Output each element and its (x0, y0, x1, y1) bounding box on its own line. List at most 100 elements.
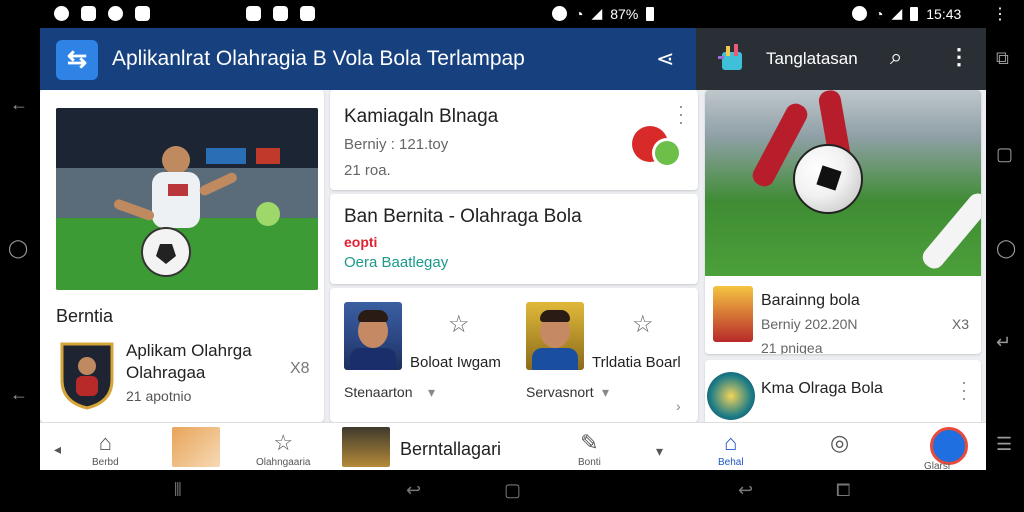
news-card[interactable]: Ban Bernita - Olahraga Bola eopti Oera B… (330, 194, 698, 284)
nav-item-compass-label: Glarsi (924, 461, 951, 470)
person-name: Boloat Iwgam (410, 354, 501, 371)
bottom-navigation: ◂ ⌂ Berbd ☆ Olahngaaria Berntallagari ✎ … (40, 422, 986, 470)
star-outline-icon[interactable]: ☆ (632, 310, 654, 339)
nav-item-home-active[interactable]: ⌂ Behal (718, 430, 744, 469)
share-icon[interactable]: ⋖ (656, 46, 674, 72)
signal-icon: ◢ (891, 5, 903, 21)
card-title: Ban Bernita - Olahraga Bola (344, 206, 582, 227)
star-outline-icon[interactable]: ☆ (448, 310, 470, 339)
nav-item-home[interactable]: ⌂ Berbd (92, 430, 119, 469)
signal-icon: ◢ (591, 5, 603, 21)
wifi-icon: ◔ (875, 5, 884, 22)
back-icon[interactable]: ↩ (406, 480, 421, 501)
app-logo-icon[interactable]: ⇆ (56, 40, 98, 80)
chevron-left-icon[interactable]: ◂ (54, 437, 61, 461)
club-crest-icon (60, 342, 114, 410)
card-title: Kamiagaln Blnaga (344, 106, 499, 127)
chevron-down-icon[interactable]: ▾ (656, 439, 663, 463)
card-meta-2: 21 roa. (344, 162, 391, 179)
more-vert-icon[interactable]: · · · (961, 373, 967, 407)
vibrate-icon (246, 6, 261, 21)
featured-meta: Berniy 202.20N (761, 316, 858, 332)
thumbnail-image[interactable] (172, 427, 220, 467)
featured-nav-label[interactable]: Berntallagari (400, 439, 501, 460)
news-card[interactable]: Kamiagaln Blnaga Berniy : 121.toy 21 roa… (330, 90, 698, 190)
star-outline-icon: ☆ (273, 430, 294, 455)
card-tag: eopti (344, 234, 378, 250)
featured-title: Barainng bola (761, 292, 860, 309)
search-icon[interactable]: ⌕ (890, 44, 902, 70)
app-bar: ⇆ Aplikanlrat Olahragia B Vola Bola Terl… (40, 28, 696, 90)
hero-meta: 21 apotnio (126, 388, 192, 404)
status-more-icon: ⋮ (992, 6, 1008, 23)
messenger-icon (108, 6, 123, 21)
back-arrow-icon[interactable]: ← (10, 94, 28, 115)
menu-icon[interactable]: ☰ (996, 434, 1012, 455)
chevron-down-icon[interactable]: ▾ (428, 384, 435, 401)
featured-count: X3 (951, 316, 969, 332)
featured-card[interactable]: Barainng bola Berniy 202.20N 21 pnigea X… (705, 90, 981, 354)
hero-image (56, 108, 318, 290)
app-title: Aplikanlrat Olahragia B Vola Bola Terlam… (112, 47, 525, 70)
stadium-illustration (56, 108, 318, 290)
battery-percent: 87% (610, 5, 639, 22)
secondary-app-bar: Tanglatasan ⌕ ⋮ (696, 28, 986, 90)
hero-card[interactable]: Berntia Aplikam Olahrga Olahragaa X8 21 … (40, 90, 324, 422)
match-image (705, 90, 981, 276)
people-card: ☆ Boloat Iwgam Stenaarton ▾ ☆ Trldatia B… (330, 288, 698, 422)
home-outline-icon: ⌂ (98, 430, 112, 455)
alarm-icon (552, 6, 567, 21)
nav-item-sports[interactable]: ☆ Olahngaaria (256, 430, 310, 469)
news-card[interactable]: Kma Olraga Bola · · · (705, 360, 981, 430)
featured-meta-2: 21 pnigea (761, 340, 823, 354)
circle-icon[interactable]: ◯ (996, 238, 1016, 259)
more-vert-icon[interactable]: ⋮ (948, 44, 970, 70)
nav-item-search[interactable]: ◎ (830, 431, 849, 457)
card-meta: Berniy : 121.toy (344, 136, 449, 153)
status-bar: ◔ ◢ 87% ◔ ◢ 15:43 ⋮ (0, 0, 1024, 28)
system-nav-bar: ⫴ ↩ ▢ ↩ ⧠ (0, 470, 1024, 512)
chevron-right-icon[interactable]: › (676, 398, 681, 414)
soccer-ball (793, 144, 863, 214)
player-leg (918, 189, 981, 273)
hero-title[interactable]: Aplikam Olahrga Olahragaa (126, 340, 286, 384)
edit-icon: ✎ (580, 430, 599, 455)
chevron-down-icon[interactable]: ▾ (602, 384, 609, 401)
left-rail: ← ◯ ← (0, 28, 40, 470)
person-name: Trldatia Boarl (592, 354, 681, 371)
battery-icon (646, 6, 655, 21)
home-filled-icon: ⌂ (724, 430, 738, 455)
alarm-icon (852, 6, 867, 21)
back-icon[interactable]: ↩ (738, 480, 753, 501)
emoji-icon (135, 6, 150, 21)
more-vert-icon[interactable]: · · · (678, 97, 684, 131)
green-badge-icon (652, 138, 682, 168)
home-circle-icon[interactable]: ◯ (8, 238, 28, 259)
battery-icon (910, 6, 919, 21)
thumbnail-image[interactable] (342, 427, 390, 467)
nav-item-edit[interactable]: ✎ Bonti (578, 430, 601, 469)
return-icon[interactable]: ↵ (996, 332, 1011, 353)
photo-icon (273, 6, 288, 21)
hero-count: X8 (290, 360, 310, 377)
search-circle-icon: ◎ (830, 430, 850, 455)
person-avatar[interactable] (526, 302, 584, 370)
square-icon[interactable]: ▢ (996, 144, 1013, 165)
tab-label[interactable]: Tanglatasan (766, 49, 858, 69)
square-icon[interactable]: ▢ (504, 480, 521, 501)
recents-icon[interactable]: ⫴ (174, 480, 182, 501)
right-rail: ⧉ ▢ ◯ ↵ ☰ (986, 28, 1024, 470)
back-arrow-icon[interactable]: ← (10, 384, 28, 405)
notification-icon (54, 6, 69, 21)
player-avatar (713, 286, 753, 342)
app-icon (81, 6, 96, 21)
copy-icon[interactable]: ⧉ (996, 48, 1009, 69)
card-subtitle: Oera Baatlegay (344, 254, 449, 271)
gift-icon (300, 6, 315, 21)
section-label: Berntia (56, 306, 114, 326)
person-subtitle: Stenaarton (344, 384, 413, 400)
app-window: ⇆ Aplikanlrat Olahragia B Vola Bola Terl… (40, 28, 986, 470)
app-switch-icon[interactable]: ⧠ (836, 480, 850, 501)
person-avatar[interactable] (344, 302, 402, 370)
person-subtitle: Servasnort (526, 384, 594, 400)
